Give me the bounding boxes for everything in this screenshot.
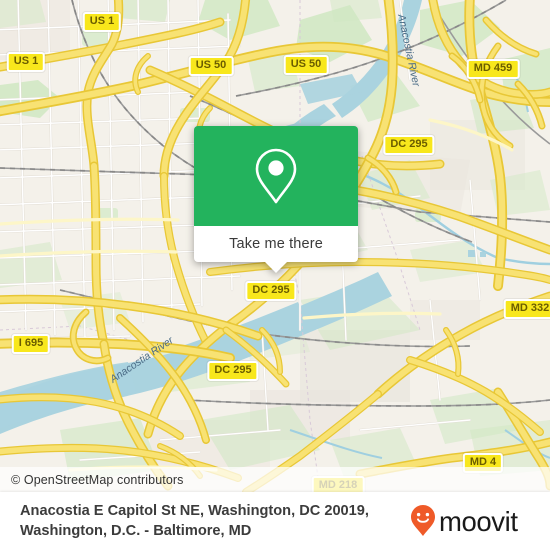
footer-bar: Anacostia E Capitol St NE, Washington, D… [0, 492, 550, 550]
take-me-there-label: Take me there [229, 236, 323, 252]
location-title-line2: Washington, D.C. - Baltimore, MD [20, 523, 252, 539]
location-title: Anacostia E Capitol St NE, Washington, D… [0, 501, 410, 541]
moovit-map-screen: .wtr{fill:#aad3df} .prk{fill:#cfe8c2} .p… [0, 0, 550, 550]
moovit-wordmark: moovit [439, 506, 519, 537]
location-title-line1: Anacostia E Capitol St NE, Washington, D… [20, 502, 369, 519]
attribution-text: © OpenStreetMap contributors [11, 472, 184, 487]
moovit-logo[interactable]: moovit [410, 504, 550, 538]
svg-text:moovit: moovit [439, 506, 518, 537]
moovit-pin-icon [411, 505, 435, 536]
take-me-there-button[interactable]: Take me there [194, 226, 358, 262]
map-attribution[interactable]: © OpenStreetMap contributors [0, 467, 550, 492]
map-pin-icon [253, 147, 299, 205]
destination-callout[interactable]: Take me there [194, 126, 358, 273]
callout-pointer [265, 262, 287, 273]
callout-icon-panel [194, 126, 358, 226]
